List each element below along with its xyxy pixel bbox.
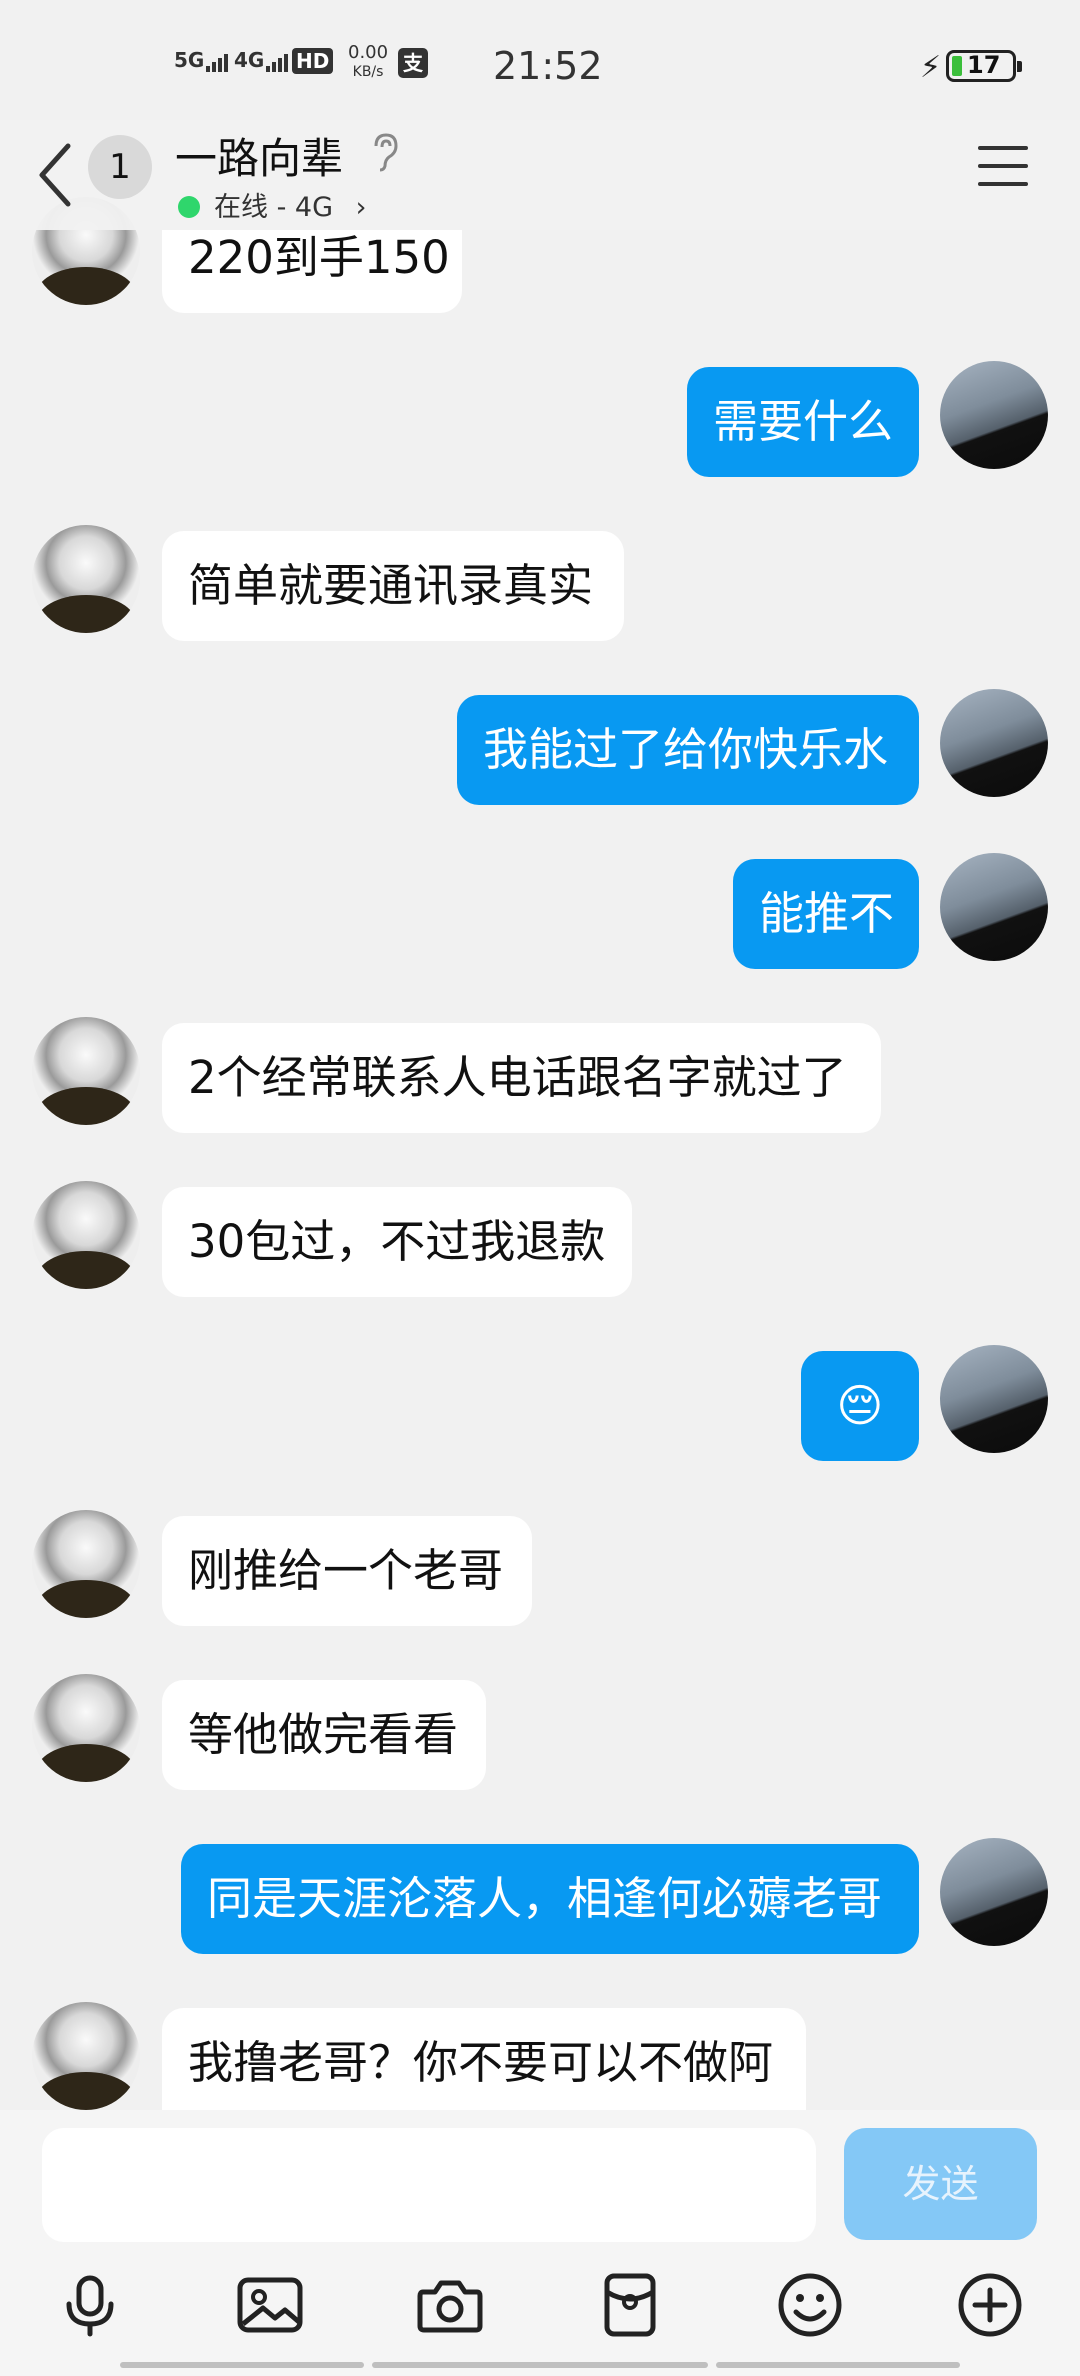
network-speed: 0.00 KB/s	[348, 42, 389, 81]
contact-avatar[interactable]	[32, 1181, 140, 1289]
message-bubble[interactable]: 能推不	[733, 859, 919, 969]
nav-bar-segment	[120, 2362, 364, 2368]
contact-name[interactable]: 一路向辈	[175, 125, 343, 186]
message-bubble[interactable]: 简单就要通讯录真实	[162, 531, 624, 641]
microphone-icon[interactable]	[55, 2270, 125, 2340]
alipay-icon: 支	[398, 48, 428, 78]
contact-avatar[interactable]	[32, 2002, 140, 2110]
chat-header: 1 一路向辈 在线 - 4G ›	[0, 120, 1080, 230]
clock: 21:52	[493, 44, 603, 88]
message-bubble[interactable]: 2个经常联系人电话跟名字就过了	[162, 1023, 881, 1133]
my-avatar[interactable]	[940, 361, 1048, 469]
online-dot-icon	[178, 196, 200, 218]
message-input[interactable]	[42, 2128, 816, 2242]
my-avatar[interactable]	[940, 853, 1048, 961]
message-bubble[interactable]: 刚推给一个老哥	[162, 1516, 532, 1626]
camera-icon[interactable]	[415, 2270, 485, 2340]
contact-avatar[interactable]	[32, 1510, 140, 1618]
unread-count-badge[interactable]: 1	[88, 135, 152, 199]
network-5g-indicator: 5G	[174, 48, 230, 72]
charging-icon: ⚡	[920, 50, 942, 85]
plus-icon[interactable]	[955, 2270, 1025, 2340]
my-avatar[interactable]	[940, 1838, 1048, 1946]
message-bubble[interactable]: 同是天涯沦落人，相逢何必薅老哥	[181, 1844, 919, 1954]
ear-icon[interactable]	[370, 132, 400, 181]
back-button[interactable]	[36, 140, 76, 210]
nav-bar-segment	[716, 2362, 960, 2368]
network-4g-indicator: 4G	[234, 48, 290, 72]
message-bubble[interactable]: 等他做完看看	[162, 1680, 486, 1790]
emoji-message-bubble[interactable]: 😔	[801, 1351, 919, 1461]
emoji-icon[interactable]	[775, 2270, 845, 2340]
battery-indicator: 17	[946, 50, 1022, 82]
status-bar: 5G 4G HD 0.00 KB/s 支 21:52 ⚡ 17	[0, 0, 1080, 120]
contact-avatar[interactable]	[32, 1017, 140, 1125]
red-packet-icon[interactable]	[595, 2270, 665, 2340]
my-avatar[interactable]	[940, 1345, 1048, 1453]
input-bar: 发送	[0, 2110, 1080, 2376]
back-arrow-icon	[39, 143, 71, 207]
message-bubble[interactable]: 需要什么	[687, 367, 919, 477]
online-status[interactable]: 在线 - 4G ›	[178, 185, 366, 224]
chevron-right-icon: ›	[355, 192, 367, 223]
menu-button[interactable]	[978, 146, 1028, 192]
nav-bar-segment	[372, 2362, 708, 2368]
message-bubble[interactable]: 30包过，不过我退款	[162, 1187, 632, 1297]
message-bubble[interactable]: 我能过了给你快乐水	[457, 695, 919, 805]
contact-avatar[interactable]	[32, 1674, 140, 1782]
send-button[interactable]: 发送	[844, 2128, 1037, 2240]
message-bubble[interactable]: 我撸老哥？你不要可以不做阿	[162, 2008, 806, 2110]
contact-avatar[interactable]	[32, 525, 140, 633]
image-icon[interactable]	[235, 2270, 305, 2340]
my-avatar[interactable]	[940, 689, 1048, 797]
hd-icon: HD	[292, 48, 334, 74]
